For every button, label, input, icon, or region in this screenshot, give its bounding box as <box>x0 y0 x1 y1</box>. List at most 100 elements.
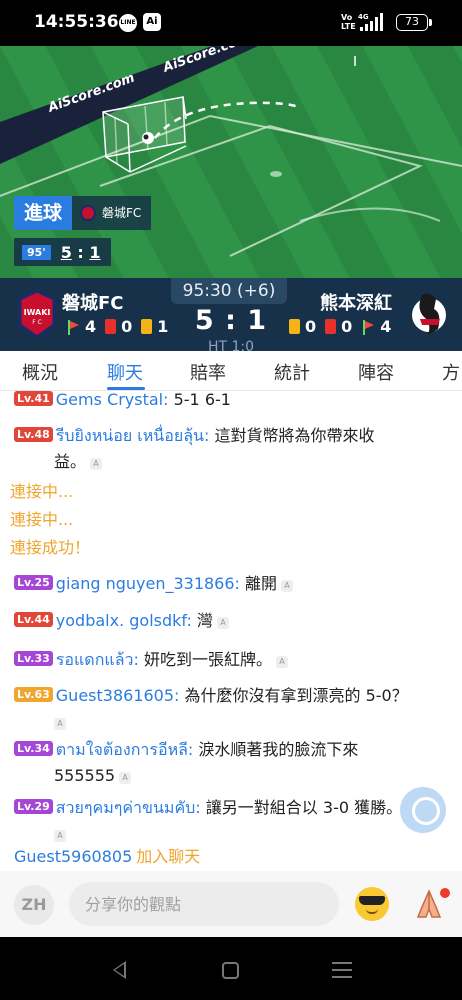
network-label: 4G <box>358 13 369 21</box>
level-badge: Lv.48 <box>14 427 53 442</box>
status-time: 14:55:36 <box>34 12 119 32</box>
tab-odds[interactable]: 賠率 <box>190 359 226 385</box>
battery-icon: 73 <box>396 14 432 31</box>
ai-translate-icon[interactable]: A <box>281 580 294 592</box>
chat-message: Lv.63 Guest3861605: 為什麼你沒有拿到漂亮的 5-0？ A <box>14 683 448 735</box>
main-score: 5 : 1 <box>194 305 268 336</box>
chat-text: 灣 <box>196 611 213 630</box>
svg-text:F C: F C <box>32 319 42 326</box>
chat-text: 淚水順著我的臉流下來 <box>198 740 359 759</box>
join-notice: Guest5960805 加入聊天 <box>14 843 200 867</box>
scoreboard: IWAKI F C 磐城FC 4 0 1 95:30 (+6) 5 : 1 HT… <box>0 278 462 351</box>
tab-overview[interactable]: 概況 <box>22 359 58 385</box>
chat-text: 讓另一對組合以 3-0 獲勝。 <box>205 798 403 817</box>
corner-flag-icon <box>361 319 375 335</box>
goal-badge: 進球 磐城FC <box>14 196 152 230</box>
yellow-card-icon <box>289 319 300 334</box>
chat-text-cont: 益。 <box>54 452 87 471</box>
ai-translate-icon[interactable]: A <box>119 772 132 784</box>
tab-chat[interactable]: 聊天 <box>107 359 143 385</box>
line-app-icon: LINE <box>119 14 137 32</box>
match-animation[interactable]: AiScore.com AiScore.com 進球 磐城FC 95' 5: … <box>0 46 462 278</box>
menu-icon[interactable] <box>332 962 352 978</box>
tab-stats[interactable]: 統計 <box>274 359 310 385</box>
language-toggle-button[interactable]: ZH <box>14 885 54 925</box>
ai-translate-icon[interactable]: A <box>216 617 229 629</box>
home-icon[interactable] <box>222 962 239 979</box>
volte-indicator: Vo LTE <box>341 13 356 31</box>
chat-username[interactable]: Guest3861605: <box>56 686 180 705</box>
ai-translate-icon[interactable]: A <box>90 458 103 470</box>
chat-text: 5-1 6-1 <box>173 391 231 409</box>
chat-message: Lv.34 ตามใจต้องการอีหลี: 淚水順著我的臉流下來 55555… <box>14 737 448 789</box>
chat-text-cont: 555555 <box>54 766 116 785</box>
chat-message: Lv.41 Gems Crystal: 5-1 6-1 <box>14 391 448 413</box>
red-card-icon <box>325 319 337 334</box>
level-badge: Lv.44 <box>14 612 53 627</box>
floating-assistant-button[interactable] <box>400 787 446 833</box>
ai-translate-icon[interactable]: A <box>54 830 66 842</box>
chat-username[interactable]: yodbalx. golsdkf: <box>56 611 192 630</box>
active-tab-indicator <box>107 387 145 390</box>
away-team-logo-icon[interactable] <box>408 289 450 339</box>
chat-list[interactable]: Lv.41 Gems Crystal: 5-1 6-1 Lv.48 รีบยิงหน… <box>0 391 462 871</box>
system-message: 連接中... <box>10 482 74 501</box>
chat-message: Lv.48 รีบยิงหน่อย เหนื่อยลุ้น: 這對貨幣將為你帶來收… <box>14 423 448 475</box>
join-username[interactable]: Guest5960805 <box>14 847 132 866</box>
chat-input-bar: ZH <box>0 871 462 937</box>
goal-label: 進球 <box>14 196 73 230</box>
chat-message: Lv.25 giang nguyen_331866: 離開 A <box>14 571 448 597</box>
home-team-logo-icon[interactable]: IWAKI F C <box>16 289 58 339</box>
chat-username[interactable]: Gems Crystal: <box>56 391 169 409</box>
notification-dot <box>440 888 450 898</box>
away-team-stats: 0 0 4 <box>289 317 391 336</box>
home-corners: 4 <box>85 317 97 336</box>
tab-more[interactable]: 方 <box>442 359 460 385</box>
ai-translate-icon[interactable]: A <box>54 718 66 730</box>
chat-message: Lv.33 รอแดกแล้ว: 妍吃到一張紅牌。 A <box>14 647 448 673</box>
home-red-cards: 0 <box>121 317 133 336</box>
chat-input[interactable] <box>69 882 339 926</box>
join-text: 加入聊天 <box>136 847 201 866</box>
system-message: 連接中... <box>10 510 74 529</box>
signal-icon: 4G <box>358 13 383 31</box>
back-icon[interactable] <box>113 961 126 979</box>
away-team-name[interactable]: 熊本深紅 <box>320 289 392 315</box>
tab-bar: 概況 聊天 賠率 統計 陣容 方 <box>0 351 462 391</box>
chat-text: 為什麼你沒有拿到漂亮的 5-0？ <box>184 686 408 705</box>
away-corners: 4 <box>380 317 392 336</box>
ai-translate-icon[interactable]: A <box>275 656 288 668</box>
level-badge: Lv.33 <box>14 651 53 666</box>
chat-text: 妍吃到一張紅牌。 <box>143 650 272 669</box>
chat-message: Lv.44 yodbalx. golsdkf: 灣A <box>14 608 448 634</box>
level-badge: Lv.29 <box>14 799 53 814</box>
mini-score: 5 : 1 <box>61 243 101 262</box>
cool-emoji-icon[interactable] <box>355 887 389 921</box>
chat-username[interactable]: giang nguyen_331866: <box>56 574 240 593</box>
goal-team-name: 磐城FC <box>102 206 142 220</box>
chat-username[interactable]: รีบยิงหน่อย เหนื่อยลุ้น: <box>56 426 210 445</box>
half-time-score: HT 1:0 <box>207 339 255 351</box>
chat-text: 這對貨幣將為你帶來收 <box>214 426 375 445</box>
home-team-stats: 4 0 1 <box>66 317 168 336</box>
chat-username[interactable]: สวยๆคมๆค่าขนมคับ: <box>56 798 201 817</box>
yellow-card-icon <box>141 319 153 334</box>
level-badge: Lv.41 <box>14 391 53 406</box>
match-clock: 95:30 (+6) <box>171 278 287 304</box>
status-bar: 14:55:36 LINE Ai Vo LTE 4G 73 <box>0 0 462 46</box>
chat-username[interactable]: ตามใจต้องการอีหลี: <box>56 740 194 759</box>
corner-flag-icon <box>66 319 80 335</box>
chat-username[interactable]: รอแดกแล้ว: <box>56 650 139 669</box>
chat-text: 離開 <box>245 574 278 593</box>
home-team-name[interactable]: 磐城FC <box>62 289 124 315</box>
red-card-icon <box>105 319 117 334</box>
mini-score-sep: : <box>77 242 84 262</box>
team-logo-icon <box>80 205 97 221</box>
away-yellow-cards: 0 <box>305 317 317 336</box>
home-yellow-cards: 1 <box>157 317 169 336</box>
chat-message: Lv.29 สวยๆคมๆค่าขนมคับ: 讓另一對組合以 3-0 獲勝。 A <box>14 795 448 847</box>
tab-lineup[interactable]: 陣容 <box>358 359 394 385</box>
mini-scoreboard: 95' 5 : 1 <box>14 238 111 266</box>
system-nav-bar <box>0 937 462 1000</box>
match-minute: 95' <box>22 244 51 260</box>
